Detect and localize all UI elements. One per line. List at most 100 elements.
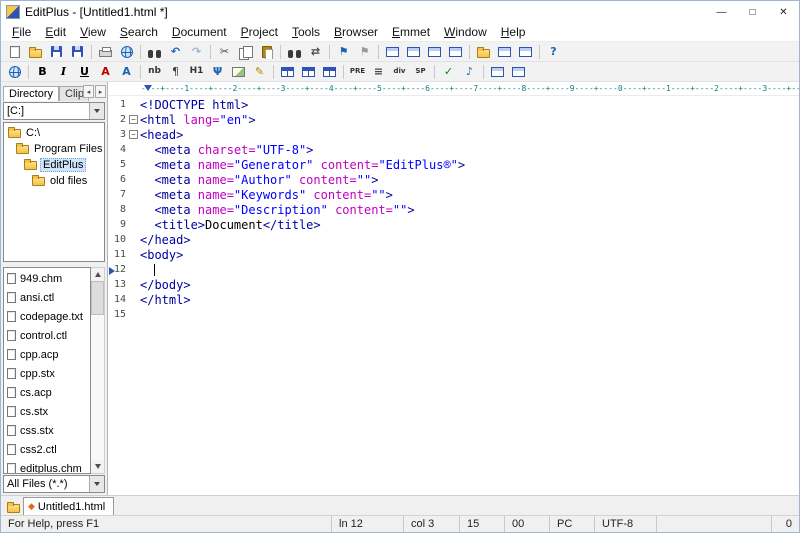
help-button[interactable]: ? — [543, 43, 564, 61]
menu-emmet[interactable]: Emmet — [385, 24, 437, 40]
drive-dropdown-arrow-icon[interactable] — [89, 103, 104, 119]
fold-marker-icon[interactable]: − — [129, 115, 138, 124]
drive-selector[interactable]: [C:] — [3, 102, 105, 120]
file-list-item[interactable]: cs.stx — [4, 402, 90, 421]
undo-button[interactable]: ↶ — [165, 43, 186, 61]
italic-button[interactable]: I — [53, 63, 74, 81]
script-tool-button[interactable]: ♪ — [459, 63, 480, 81]
scroll-up-button[interactable] — [91, 268, 104, 281]
file-list-scrollbar[interactable] — [91, 267, 105, 474]
window-list-button[interactable] — [487, 63, 508, 81]
menu-project[interactable]: Project — [234, 24, 285, 40]
tree-item[interactable]: Program Files — [4, 141, 104, 157]
menu-view[interactable]: View — [73, 24, 113, 40]
print-button[interactable] — [95, 43, 116, 61]
maximize-button[interactable]: □ — [737, 1, 768, 23]
menu-tools[interactable]: Tools — [285, 24, 327, 40]
full-screen-button[interactable] — [445, 43, 466, 61]
file-list-item[interactable]: cpp.acp — [4, 345, 90, 364]
scrollbar-track[interactable] — [91, 281, 104, 460]
file-list-item[interactable]: control.ctl — [4, 326, 90, 345]
document-tab[interactable]: ◆ Untitled1.html — [23, 497, 114, 515]
find-in-files-button[interactable] — [144, 43, 165, 61]
line-break-button[interactable]: ¶ — [165, 63, 186, 81]
highlight-color-button[interactable]: A — [116, 63, 137, 81]
code-text[interactable]: <meta name="Generator" content="EditPlus… — [140, 158, 799, 172]
directory-window-button[interactable] — [473, 43, 494, 61]
anchor-button[interactable]: Ψ — [207, 63, 228, 81]
menu-document[interactable]: Document — [165, 24, 234, 40]
split-window-button[interactable] — [424, 43, 445, 61]
code-text[interactable]: <meta name="Keywords" content=""> — [140, 188, 799, 202]
save-file-button[interactable] — [46, 43, 67, 61]
output-window-button[interactable] — [494, 43, 515, 61]
edit-pen-button[interactable]: ✎ — [249, 63, 270, 81]
menu-search[interactable]: Search — [113, 24, 165, 40]
nbsp-button[interactable]: nb — [144, 63, 165, 81]
underline-button[interactable]: U — [74, 63, 95, 81]
document-selector-button[interactable] — [515, 43, 536, 61]
code-text[interactable]: </head> — [140, 233, 799, 247]
toggle-bookmark-button[interactable]: ⚑ — [333, 43, 354, 61]
code-text[interactable]: </body> — [140, 278, 799, 292]
scroll-down-button[interactable] — [91, 460, 104, 473]
code-text[interactable]: <!DOCTYPE html> — [140, 98, 799, 112]
tab-list-button[interactable] — [3, 498, 23, 515]
cut-button[interactable]: ✂ — [214, 43, 235, 61]
editor-pane[interactable]: ----+----1----+----2----+----3----+----4… — [108, 82, 799, 495]
new-document-button[interactable] — [4, 43, 25, 61]
open-file-button[interactable] — [25, 43, 46, 61]
code-text[interactable]: <body> — [140, 248, 799, 262]
fold-marker-icon[interactable]: − — [129, 130, 138, 139]
menu-edit[interactable]: Edit — [38, 24, 73, 40]
file-list-item[interactable]: css.stx — [4, 421, 90, 440]
table-cell-button[interactable] — [319, 63, 340, 81]
window-horizontal-button[interactable] — [382, 43, 403, 61]
code-text[interactable]: <meta charset="UTF-8"> — [140, 143, 799, 157]
copy-button[interactable] — [235, 43, 256, 61]
code-text[interactable] — [140, 263, 799, 277]
replace-button[interactable]: ⇄ — [305, 43, 326, 61]
tree-item[interactable]: C:\ — [4, 125, 104, 141]
code-text[interactable]: <meta name="Author" content=""> — [140, 173, 799, 187]
file-list-item[interactable]: codepage.txt — [4, 307, 90, 326]
panel-toggle-button[interactable] — [508, 63, 529, 81]
bold-button[interactable]: B — [32, 63, 53, 81]
filter-dropdown-arrow-icon[interactable] — [89, 476, 104, 492]
browser-preview-button[interactable] — [116, 43, 137, 61]
view-in-browser-button[interactable] — [4, 63, 25, 81]
close-button[interactable]: ✕ — [768, 1, 799, 23]
find-button[interactable] — [284, 43, 305, 61]
preformatted-button[interactable]: PRE — [347, 63, 368, 81]
list-button[interactable]: ≡ — [368, 63, 389, 81]
tree-item[interactable]: old files — [4, 173, 104, 189]
redo-button[interactable]: ↷ — [186, 43, 207, 61]
save-all-button[interactable] — [67, 43, 88, 61]
menu-help[interactable]: Help — [494, 24, 533, 40]
code-text[interactable]: <head> — [140, 128, 799, 142]
div-tag-button[interactable]: div — [389, 63, 410, 81]
table-row-button[interactable] — [298, 63, 319, 81]
window-vertical-button[interactable] — [403, 43, 424, 61]
minimize-button[interactable]: — — [706, 1, 737, 23]
file-list-item[interactable]: cpp.stx — [4, 364, 90, 383]
file-list-item[interactable]: ansi.ctl — [4, 288, 90, 307]
menu-window[interactable]: Window — [437, 24, 494, 40]
heading-1-button[interactable]: H1 — [186, 63, 207, 81]
code-text[interactable]: </html> — [140, 293, 799, 307]
insert-table-button[interactable] — [277, 63, 298, 81]
code-text[interactable]: <html lang="en"> — [140, 113, 799, 127]
file-list-item[interactable]: css2.ctl — [4, 440, 90, 459]
code-lines[interactable]: 1<!DOCTYPE html>2−<html lang="en">3−<hea… — [108, 96, 799, 495]
font-color-button[interactable]: A — [95, 63, 116, 81]
tab-scroll-left-icon[interactable]: ◂ — [83, 85, 94, 98]
file-list-item[interactable]: cs.acp — [4, 383, 90, 402]
tab-scroll-right-icon[interactable]: ▸ — [95, 85, 106, 98]
file-filter-selector[interactable]: All Files (*.*) — [3, 475, 105, 493]
paste-button[interactable] — [256, 43, 277, 61]
tree-item[interactable]: EditPlus — [4, 157, 104, 173]
scrollbar-thumb[interactable] — [91, 281, 104, 315]
code-text[interactable]: <title>Document</title> — [140, 218, 799, 232]
code-text[interactable]: <meta name="Description" content=""> — [140, 203, 799, 217]
clear-bookmarks-button[interactable]: ⚑ — [354, 43, 375, 61]
